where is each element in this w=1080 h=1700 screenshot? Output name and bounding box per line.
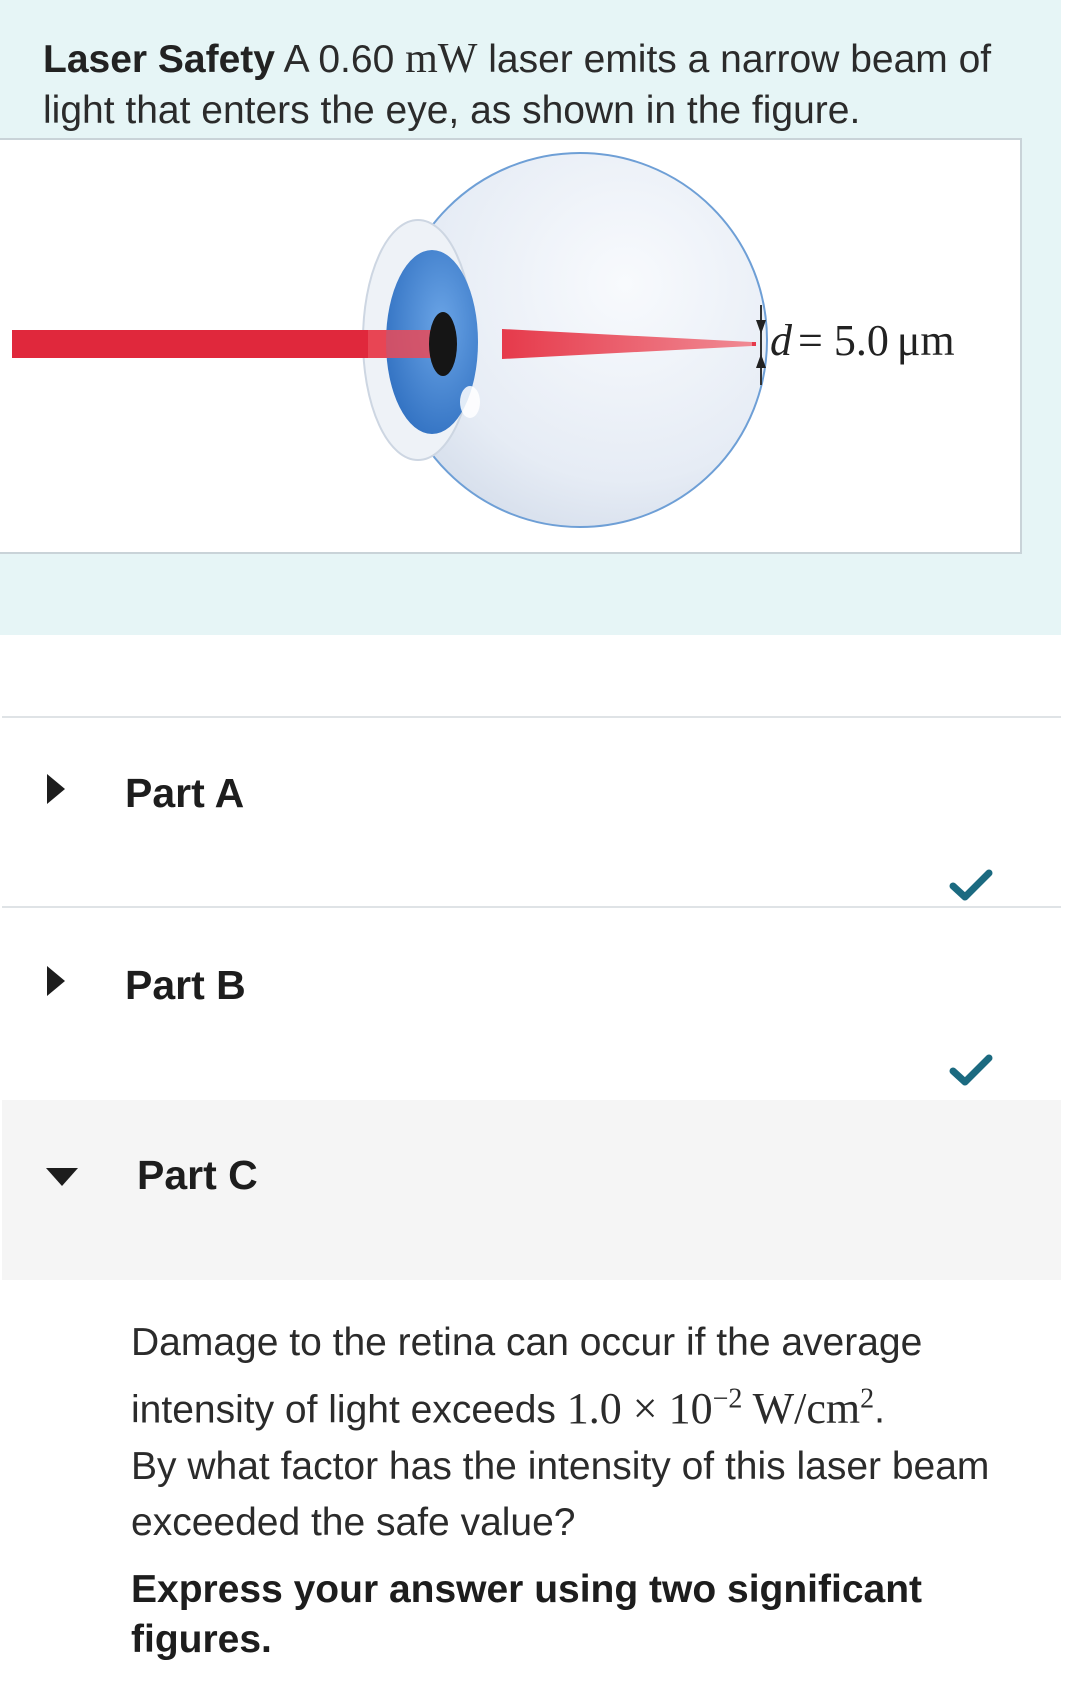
eye-diagram: d = 5.0 μm	[12, 152, 955, 528]
eye-figure: d = 5.0 μm	[0, 138, 1022, 554]
statement-text-before: A 0.60	[283, 38, 395, 81]
threshold-value: 1.0 × 10−2 W/cm2	[566, 1383, 875, 1433]
question-period: .	[874, 1388, 885, 1432]
part-b-label: Part B	[125, 962, 246, 1008]
caret-right-icon	[47, 966, 65, 996]
part-a-label: Part A	[125, 770, 245, 816]
power-unit: mW	[405, 36, 478, 82]
dimension-label: d = 5.0 μm	[770, 316, 955, 365]
question-line-1: Damage to the retina can occur if the av…	[131, 1321, 923, 1364]
caret-right-icon	[47, 774, 65, 804]
part-a-row[interactable]: Part A	[2, 718, 1061, 906]
checkmark-icon	[949, 1054, 993, 1086]
part-c-question: Damage to the retina can occur if the av…	[131, 1315, 1061, 1551]
question-line-3: By what factor has the intensity of this…	[131, 1444, 990, 1544]
problem-title: Laser Safety	[43, 38, 275, 81]
checkmark-icon	[949, 869, 993, 901]
answer-instruction: Express your answer using two significan…	[131, 1568, 923, 1661]
pupil	[429, 312, 457, 376]
laser-beam	[12, 330, 390, 358]
part-b-row[interactable]: Part B	[2, 908, 1061, 1098]
caret-down-icon	[46, 1168, 78, 1186]
problem-intro-panel: Laser Safety A 0.60 mW laser emits a nar…	[0, 0, 1061, 635]
question-line-2-prefix: intensity of light exceeds	[131, 1388, 556, 1432]
focal-spot	[752, 342, 756, 346]
part-c-row[interactable]: Part C	[2, 1100, 1061, 1280]
part-c-label: Part C	[137, 1152, 258, 1198]
problem-statement: Laser Safety A 0.60 mW laser emits a nar…	[43, 34, 1043, 136]
iris-highlight	[460, 386, 480, 418]
